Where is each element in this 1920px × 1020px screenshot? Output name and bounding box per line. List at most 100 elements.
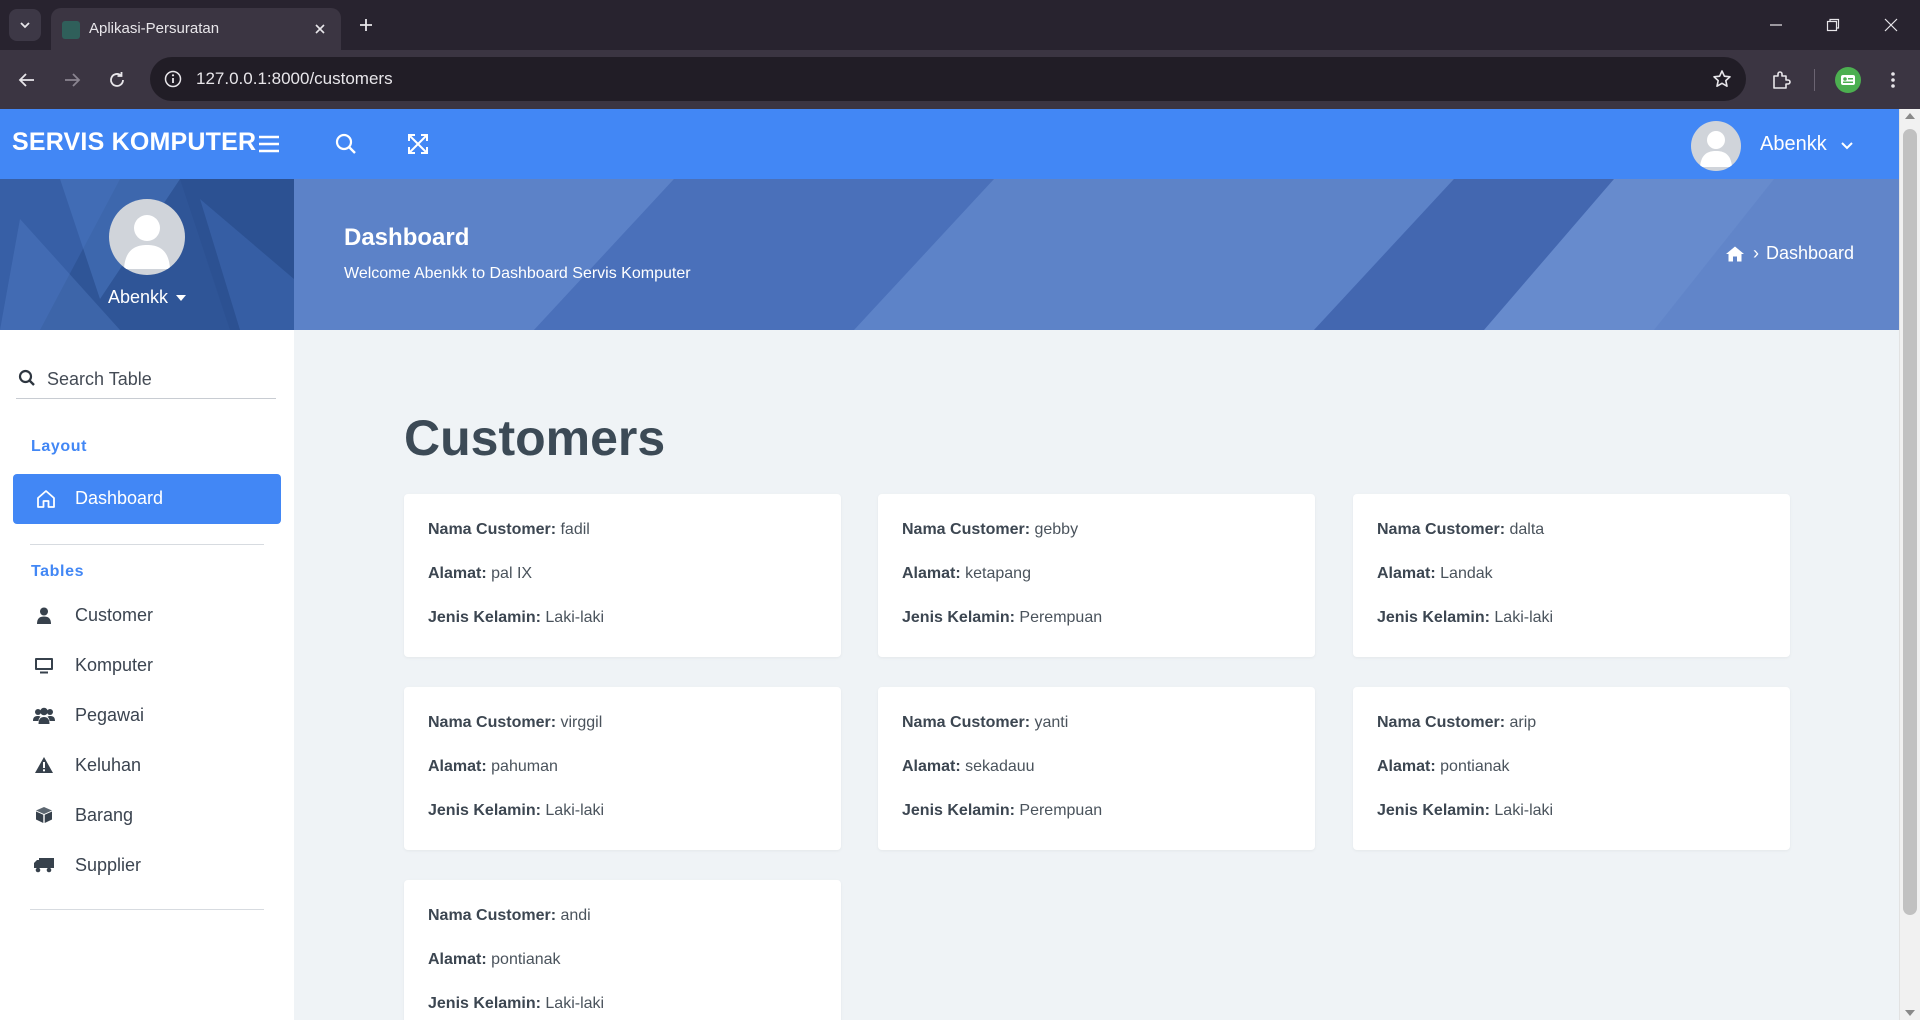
sidebar-search[interactable]: Search Table — [16, 361, 276, 399]
customer-card: Nama Customer: virggil Alamat: pahuman J… — [404, 687, 841, 850]
home-icon[interactable] — [1726, 246, 1744, 262]
user-dropdown-toggle[interactable] — [1838, 137, 1856, 155]
scroll-down-arrow-icon[interactable] — [1905, 1010, 1915, 1016]
field-label: Jenis Kelamin: — [1377, 609, 1490, 626]
header-avatar[interactable] — [1691, 121, 1741, 171]
reload-icon — [110, 72, 124, 87]
field-label: Nama Customer: — [902, 521, 1031, 538]
customer-address: ketapang — [965, 565, 1031, 582]
tab-close-button[interactable] — [309, 18, 331, 40]
customer-gender-row: Jenis Kelamin: Laki-laki — [1377, 802, 1553, 820]
customer-name-row: Nama Customer: arip — [1377, 714, 1536, 732]
toolbar-separator — [1814, 69, 1815, 91]
sidebar-toggle-button[interactable] — [254, 129, 284, 159]
customers-heading: Customers — [404, 410, 666, 466]
customer-gender: Laki-laki — [545, 609, 605, 626]
chevron-down-icon — [1841, 142, 1853, 150]
sidebar-divider — [30, 544, 264, 545]
customer-name-row: Nama Customer: gebby — [902, 521, 1078, 539]
field-label: Jenis Kelamin: — [1377, 802, 1490, 819]
breadcrumb: › Dashboard — [1726, 243, 1854, 264]
sidebar-avatar[interactable] — [109, 199, 185, 275]
url-text: 127.0.0.1:8000/customers — [196, 69, 393, 88]
sidebar-item-customer[interactable]: Customer — [0, 593, 294, 637]
sidebar-item-label: Customer — [75, 605, 154, 625]
browser-tab[interactable]: Aplikasi-Persuratan — [51, 8, 341, 50]
field-label: Alamat: — [428, 951, 487, 968]
reload-button[interactable] — [101, 64, 133, 96]
customer-name-row: Nama Customer: fadil — [428, 521, 590, 539]
sidebar-item-dashboard[interactable]: Dashboard — [13, 474, 281, 524]
sidebar-divider — [30, 909, 264, 910]
breadcrumb-current: Dashboard — [1766, 243, 1855, 263]
chevron-down-icon — [20, 22, 30, 29]
scroll-up-arrow-icon[interactable] — [1905, 113, 1915, 119]
fullscreen-button[interactable] — [403, 129, 433, 159]
customer-address-row: Alamat: pahuman — [428, 758, 558, 776]
customer-gender-row: Jenis Kelamin: Laki-laki — [428, 995, 604, 1013]
arrow-right-icon — [65, 73, 81, 87]
close-icon — [315, 24, 325, 34]
customer-gender: Laki-laki — [545, 802, 605, 819]
sidebar-item-pegawai[interactable]: Pegawai — [0, 693, 294, 737]
page-banner: Dashboard Welcome Abenkk to Dashboard Se… — [294, 179, 1899, 330]
sidebar: Abenkk Search Table Layout Dashboard Tab… — [0, 179, 294, 1020]
customer-address-row: Alamat: pontianak — [1377, 758, 1510, 776]
forward-button[interactable] — [56, 64, 88, 96]
field-label: Jenis Kelamin: — [902, 802, 1015, 819]
plus-icon — [360, 19, 372, 31]
restore-button[interactable] — [1815, 10, 1851, 40]
field-label: Nama Customer: — [1377, 714, 1506, 731]
customer-card: Nama Customer: andi Alamat: pontianak Je… — [404, 880, 841, 1020]
customer-address: sekadauu — [965, 758, 1035, 775]
sidebar-item-label: Komputer — [75, 655, 154, 675]
restore-icon — [1826, 18, 1840, 32]
user-icon — [33, 604, 55, 626]
address-bar[interactable]: 127.0.0.1:8000/customers — [150, 57, 1746, 101]
browser-menu-button[interactable] — [1878, 64, 1908, 96]
field-label: Jenis Kelamin: — [428, 609, 541, 626]
search-icon — [335, 133, 356, 154]
top-navbar: SERVIS KOMPUTER Abenkk — [0, 109, 1899, 179]
kebab-menu-icon — [1891, 72, 1895, 88]
sidebar-heading-layout: Layout — [31, 438, 88, 455]
sidebar-item-keluhan[interactable]: Keluhan — [0, 743, 294, 787]
box-icon — [33, 804, 55, 826]
site-info-icon[interactable] — [162, 68, 184, 90]
header-search-button[interactable] — [331, 129, 361, 159]
customer-name-row: Nama Customer: andi — [428, 907, 591, 925]
header-user-name[interactable]: Abenkk — [1760, 133, 1827, 156]
sidebar-search-placeholder: Search Table — [47, 369, 152, 389]
customer-gender: Laki-laki — [1494, 609, 1554, 626]
page-scrollbar[interactable] — [1899, 109, 1920, 1020]
sidebar-profile: Abenkk — [0, 179, 294, 330]
customer-name: yanti — [1034, 714, 1069, 731]
customer-name: gebby — [1034, 521, 1079, 538]
tab-search-button[interactable] — [9, 9, 41, 41]
sidebar-item-barang[interactable]: Barang — [0, 793, 294, 837]
brand-logo[interactable]: SERVIS KOMPUTER — [12, 128, 256, 157]
arrow-left-icon — [18, 73, 34, 87]
customer-card: Nama Customer: yanti Alamat: sekadauu Je… — [878, 687, 1315, 850]
bookmark-star-icon[interactable] — [1710, 67, 1734, 91]
close-window-button[interactable] — [1873, 10, 1909, 40]
minimize-button[interactable] — [1758, 10, 1794, 40]
home-icon — [37, 490, 55, 508]
sidebar-user-menu[interactable]: Abenkk — [0, 287, 294, 308]
customer-name: fadil — [560, 521, 590, 538]
new-tab-button[interactable] — [352, 11, 380, 39]
field-label: Alamat: — [1377, 565, 1436, 582]
desktop-icon — [33, 654, 55, 676]
back-button[interactable] — [11, 64, 43, 96]
customer-address-row: Alamat: sekadauu — [902, 758, 1035, 776]
extensions-button[interactable] — [1765, 64, 1797, 96]
customer-gender: Perempuan — [1019, 609, 1103, 626]
sidebar-item-komputer[interactable]: Komputer — [0, 643, 294, 687]
sidebar-item-supplier[interactable]: Supplier — [0, 843, 294, 887]
profile-card-icon — [1841, 75, 1855, 85]
close-icon — [1884, 18, 1898, 32]
customer-card: Nama Customer: arip Alamat: pontianak Je… — [1353, 687, 1790, 850]
page-title: Dashboard — [344, 224, 470, 251]
browser-profile-button[interactable] — [1835, 67, 1861, 93]
scrollbar-thumb[interactable] — [1903, 129, 1917, 915]
